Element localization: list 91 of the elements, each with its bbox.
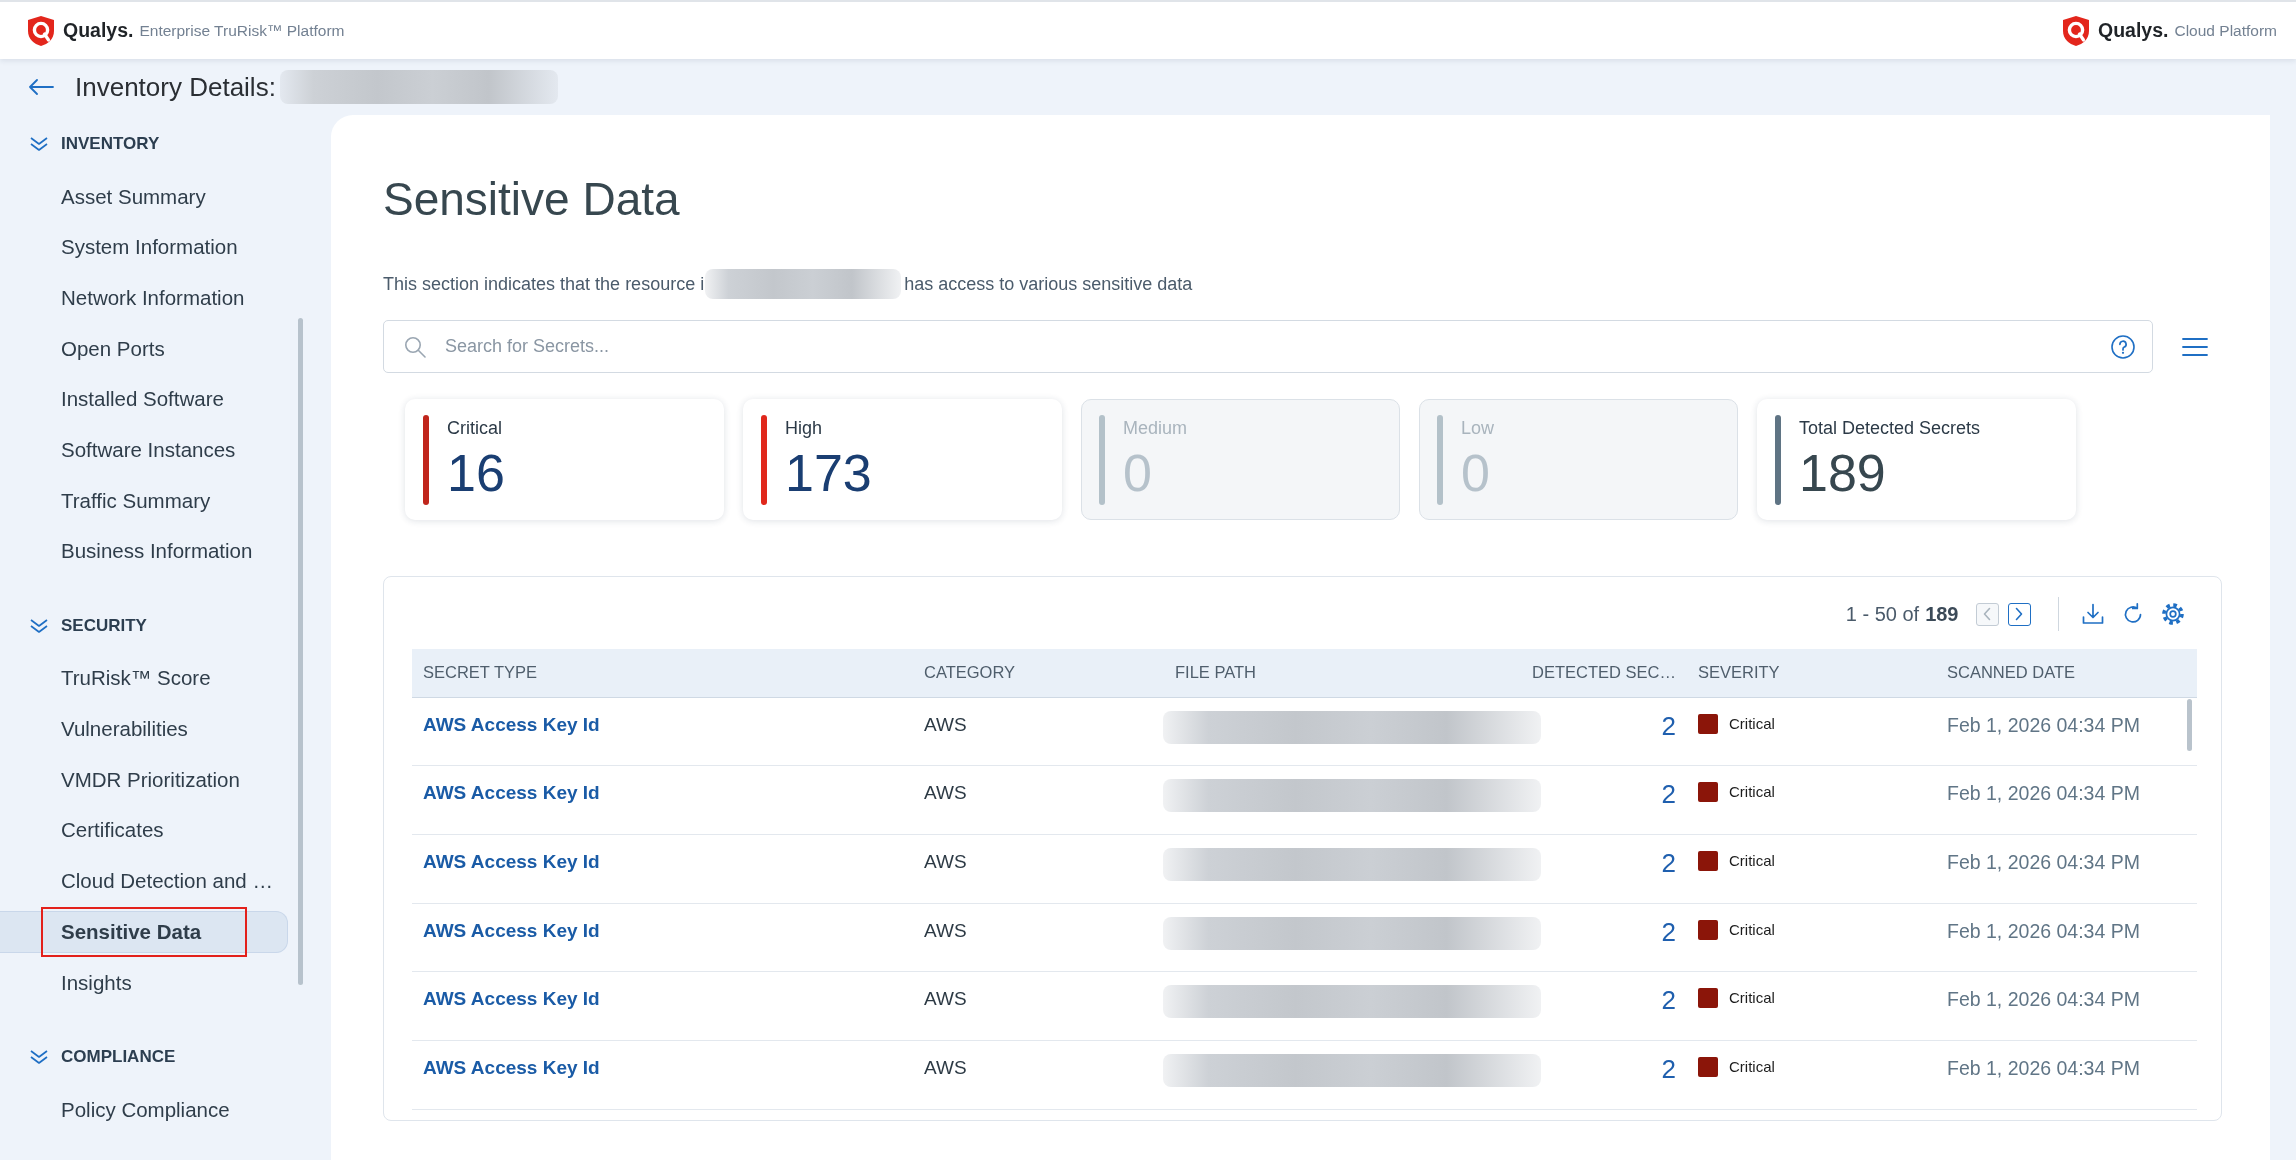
- settings-icon[interactable]: [2161, 602, 2185, 626]
- secret-type-link[interactable]: AWS Access Key Id: [423, 988, 600, 1010]
- count-link[interactable]: 2: [1661, 847, 1676, 878]
- help-icon[interactable]: [2111, 334, 2135, 359]
- page-title: Inventory Details:: [75, 72, 276, 102]
- card-label: Total Detected Secrets: [1799, 417, 1981, 439]
- table-cell: Feb 1, 2026 04:34 PM: [1947, 782, 2140, 805]
- product-name: Cloud Platform: [2174, 22, 2277, 39]
- table-cell: AWS: [924, 988, 967, 1010]
- count-link[interactable]: 2: [1661, 916, 1676, 947]
- sidebar-item[interactable]: System Information: [0, 226, 288, 269]
- table-cell: Feb 1, 2026 04:34 PM: [1947, 1056, 2140, 1079]
- sidebar-item[interactable]: VMDR Prioritization: [0, 759, 288, 802]
- secret-type-link[interactable]: AWS Access Key Id: [423, 919, 600, 941]
- card-value: 16: [447, 445, 505, 501]
- sidebar-item[interactable]: Business Information: [0, 530, 288, 573]
- sidebar-item[interactable]: Insights: [0, 961, 288, 1004]
- severity-label: Critical: [1729, 714, 1775, 733]
- secret-type-link[interactable]: AWS Access Key Id: [423, 1056, 600, 1078]
- summary-card[interactable]: High 173: [743, 399, 1062, 520]
- section-title: Sensitive Data: [383, 172, 680, 227]
- column-header[interactable]: FILE PATH: [1164, 649, 1512, 697]
- secret-type-link[interactable]: AWS Access Key Id: [423, 850, 600, 872]
- card-value: 173: [785, 445, 872, 501]
- shield-logo-icon: [2062, 14, 2091, 47]
- sidebar-item[interactable]: Vulnerabilities: [0, 708, 288, 751]
- card-label: Medium: [1123, 417, 1188, 439]
- section-toggle[interactable]: SECURITY: [0, 605, 147, 646]
- card-label: High: [785, 417, 823, 439]
- count-link[interactable]: 2: [1661, 779, 1676, 810]
- description-text: has access to various sensitive data: [904, 272, 1193, 296]
- card-label: Critical: [447, 417, 502, 439]
- section-toggle[interactable]: INVENTORY: [0, 124, 160, 164]
- card-value: 189: [1799, 445, 1886, 501]
- sidebar-item[interactable]: Certificates: [0, 809, 288, 852]
- table-cell: AWS: [924, 1056, 967, 1078]
- column-header[interactable]: CATEGORY: [913, 649, 1164, 697]
- back-arrow-icon[interactable]: [28, 79, 54, 95]
- secret-type-link[interactable]: AWS Access Key Id: [423, 713, 600, 735]
- pagination-range: 1 - 50 of: [1845, 602, 1920, 627]
- sidebar-item[interactable]: Cloud Detection and …: [0, 860, 288, 903]
- table-cell: Feb 1, 2026 04:34 PM: [1947, 919, 2140, 942]
- column-header[interactable]: SECRET TYPE: [412, 649, 913, 697]
- column-header[interactable]: DETECTED SEC…: [1512, 649, 1687, 697]
- brand-name: Qualys.: [2098, 20, 2169, 41]
- brand-name: Qualys.: [63, 20, 134, 41]
- pagination-total: 189: [1925, 602, 1959, 627]
- product-name: Enterprise TruRisk™ Platform: [139, 22, 345, 39]
- table-cell: AWS: [924, 919, 967, 941]
- column-header[interactable]: SCANNED DATE: [1936, 649, 2197, 697]
- sidebar-item[interactable]: Installed Software: [0, 378, 288, 421]
- search-field[interactable]: Search for Secrets...: [383, 320, 2153, 373]
- shield-logo-icon: [27, 14, 55, 47]
- section-toggle[interactable]: COMPLIANCE: [0, 1036, 176, 1077]
- table-cell: Feb 1, 2026 04:34 PM: [1947, 850, 2140, 873]
- chevron-left-icon: [1982, 607, 1992, 621]
- severity-label: Critical: [1729, 783, 1775, 802]
- scrollbar[interactable]: [2187, 699, 2192, 751]
- card-label: Low: [1461, 417, 1495, 439]
- sidebar-item[interactable]: Network Information: [0, 277, 288, 320]
- sidebar-item[interactable]: Traffic Summary: [0, 480, 288, 523]
- summary-card[interactable]: Total Detected Secrets 189: [1757, 399, 2076, 520]
- sidebar-item[interactable]: Open Ports: [0, 328, 288, 371]
- card-value: 0: [1461, 445, 1490, 501]
- sidebar-item[interactable]: Policy Compliance: [0, 1088, 288, 1131]
- sidebar-item[interactable]: Software Instances: [0, 429, 288, 472]
- count-link[interactable]: 2: [1661, 1053, 1676, 1084]
- chevron-right-icon: [2014, 607, 2024, 621]
- severity-label: Critical: [1729, 920, 1775, 939]
- count-link[interactable]: 2: [1661, 710, 1676, 741]
- severity-label: Critical: [1729, 851, 1775, 870]
- table-cell: AWS: [924, 850, 967, 872]
- scrollbar[interactable]: [298, 318, 303, 985]
- secret-type-link[interactable]: AWS Access Key Id: [423, 782, 600, 804]
- table-cell: Feb 1, 2026 04:34 PM: [1947, 988, 2140, 1011]
- table-cell: AWS: [924, 713, 967, 735]
- summary-card[interactable]: Critical 16: [405, 399, 724, 520]
- sidebar-item[interactable]: TruRisk™ Score: [0, 657, 288, 700]
- download-icon[interactable]: [2081, 602, 2105, 626]
- sidebar-item[interactable]: Asset Summary: [0, 176, 288, 218]
- description-text: This section indicates that the resource i: [383, 272, 705, 296]
- next-page-button[interactable]: [2007, 602, 2031, 626]
- menu-icon[interactable]: [2182, 336, 2208, 357]
- count-link[interactable]: 2: [1661, 985, 1676, 1016]
- column-header[interactable]: SEVERITY: [1687, 649, 1936, 697]
- card-value: 0: [1123, 445, 1152, 501]
- table-cell: AWS: [924, 782, 967, 804]
- table-cell: Feb 1, 2026 04:34 PM: [1947, 713, 2140, 736]
- severity-label: Critical: [1729, 989, 1775, 1008]
- search-icon: [404, 335, 426, 358]
- severity-label: Critical: [1729, 1057, 1775, 1076]
